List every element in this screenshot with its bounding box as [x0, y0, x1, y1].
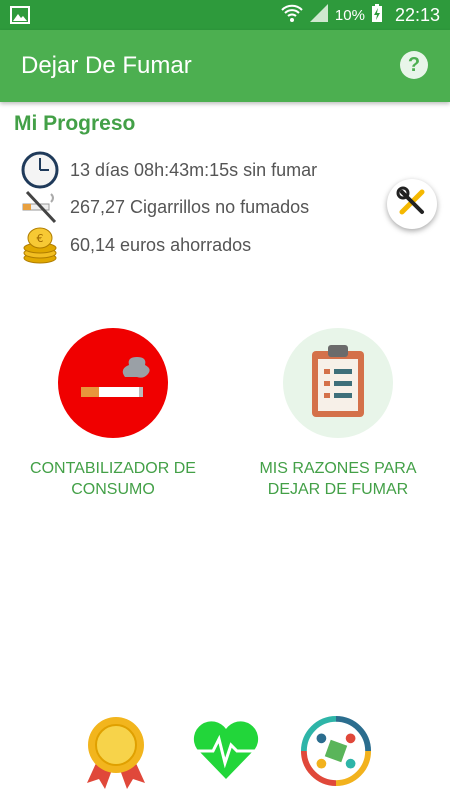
no-smoking-icon	[20, 187, 60, 227]
medal-icon[interactable]	[80, 712, 152, 790]
clipboard-circle	[283, 328, 393, 438]
battery-text: 10%	[334, 6, 365, 24]
feature-label: CONTABILIZADOR DE CONSUMO	[30, 460, 196, 498]
tools-button[interactable]	[387, 179, 437, 229]
app-title: Dejar De Fumar	[21, 52, 192, 79]
clock-time: 22:13	[394, 4, 440, 25]
battery-charging-icon	[371, 3, 383, 27]
signal-icon	[309, 3, 329, 27]
stat-cigarettes-not-smoked: 267,27 Cigarrillos no fumados	[20, 187, 309, 227]
progress-title: Mi Progreso	[14, 112, 136, 135]
image-icon	[10, 5, 30, 25]
status-bar: 10% 22:13	[0, 0, 450, 30]
stat-text: 13 días 08h:43m:15s sin fumar	[70, 159, 318, 180]
community-icon[interactable]	[300, 712, 372, 790]
reasons-to-quit-button[interactable]: MIS RAZONES PARA DEJAR DE FUMAR	[233, 328, 443, 500]
tools-icon	[396, 186, 428, 223]
clock-icon	[20, 150, 60, 190]
stat-text: 267,27 Cigarrillos no fumados	[70, 196, 310, 217]
cigarette-icon	[73, 351, 153, 416]
stat-text: 60,14 euros ahorrados	[70, 234, 252, 255]
wifi-icon	[281, 3, 303, 27]
stat-money-saved: € 60,14 euros ahorrados	[20, 225, 251, 265]
svg-text:€: €	[37, 232, 44, 245]
help-icon[interactable]: ?	[400, 51, 428, 79]
feature-label: MIS RAZONES PARA DEJAR DE FUMAR	[259, 460, 417, 498]
clipboard-icon	[308, 343, 368, 424]
cigarette-circle	[58, 328, 168, 438]
app-bar: Dejar De Fumar ?	[0, 30, 450, 102]
consumption-counter-button[interactable]: CONTABILIZADOR DE CONSUMO	[8, 328, 218, 500]
heart-pulse-icon[interactable]	[190, 712, 262, 790]
stat-time-without-smoking: 13 días 08h:43m:15s sin fumar	[20, 150, 317, 190]
coins-icon: €	[20, 225, 60, 265]
